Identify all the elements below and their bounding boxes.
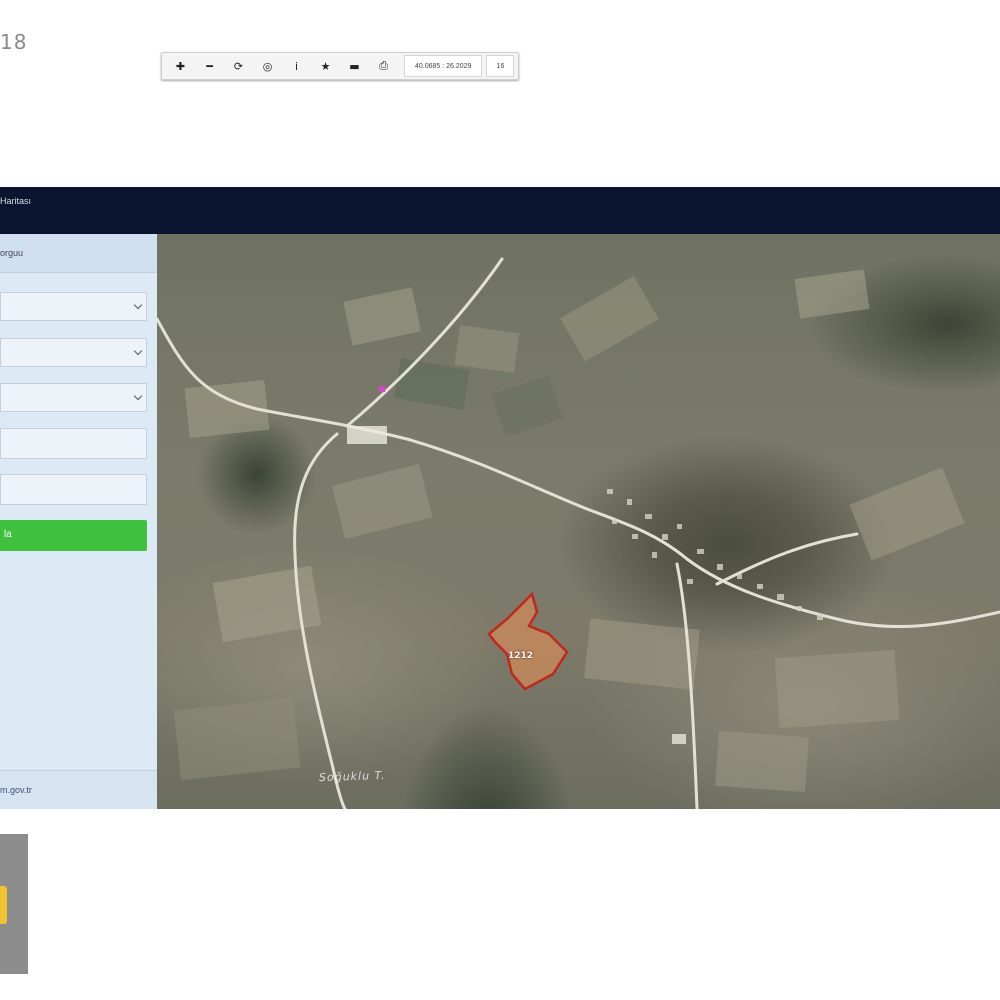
query-button-label: la: [4, 529, 12, 540]
folder-icon: [0, 886, 7, 924]
page-corner-number: 18: [0, 30, 28, 54]
print-icon[interactable]: ⎙: [369, 55, 398, 77]
measure-icon[interactable]: ▬: [340, 55, 369, 77]
chevron-down-icon: [133, 391, 143, 401]
app-window: Haritası orguu la m.gov.tr: [0, 187, 1000, 809]
info-icon[interactable]: i: [282, 55, 311, 77]
field-patches: [173, 269, 965, 793]
sidebar-footer: m.gov.tr: [0, 770, 157, 809]
sidebar-header-label: orguu: [0, 248, 24, 258]
coordinate-readout: 40.0685 : 26.2029: [404, 55, 483, 77]
query-sidebar: orguu la m.gov.tr: [0, 234, 158, 809]
chevron-down-icon: [133, 300, 143, 310]
chevron-down-icon: [133, 346, 143, 356]
neighborhood-select[interactable]: [0, 383, 147, 412]
district-select[interactable]: [0, 338, 147, 367]
app-header: Haritası: [0, 187, 1000, 234]
parcel-number-input[interactable]: [0, 474, 147, 505]
block-number-input[interactable]: [0, 428, 147, 459]
locate-icon[interactable]: ◎: [253, 55, 282, 77]
map-toolbar: ✚ ━ ⟳ ◎ i ★ ▬ ⎙ 40.0685 : 26.2029 16: [161, 52, 520, 80]
star-icon[interactable]: ★: [311, 55, 340, 77]
province-select[interactable]: [0, 292, 147, 321]
header-title: Haritası: [0, 196, 32, 206]
satellite-map[interactable]: [157, 234, 1000, 809]
parcel-number-label: 1212: [508, 651, 534, 661]
map-overlay: [157, 257, 1000, 809]
footer-link[interactable]: m.gov.tr: [0, 785, 32, 795]
map-marker[interactable]: [379, 386, 385, 392]
zoom-out-icon[interactable]: ━: [195, 55, 224, 77]
map-road-label: Soğuklu T.: [318, 768, 386, 785]
zoom-level-readout: 16: [486, 55, 515, 77]
query-button[interactable]: la: [0, 520, 147, 551]
sidebar-header: orguu: [0, 234, 157, 273]
selected-parcel[interactable]: [487, 591, 569, 691]
zoom-in-icon[interactable]: ✚: [166, 55, 195, 77]
refresh-icon[interactable]: ⟳: [224, 55, 253, 77]
